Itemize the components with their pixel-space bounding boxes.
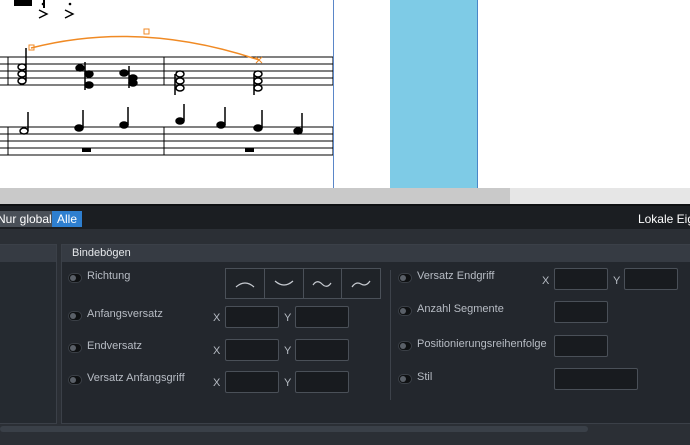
y-label: Y	[284, 312, 292, 324]
style-row: Stil	[398, 368, 690, 392]
column-divider	[390, 270, 391, 400]
bass-half-note[interactable]	[19, 112, 29, 135]
s-curve-reverse-button[interactable]	[342, 269, 380, 298]
end-handle-offset-toggle[interactable]	[398, 273, 412, 283]
start-offset-toggle[interactable]	[68, 311, 82, 321]
start-handle-y-input[interactable]	[295, 371, 349, 393]
segment-count-input[interactable]	[554, 301, 608, 323]
start-handle-offset-row: Versatz Anfangsgriff X Y	[68, 371, 388, 393]
rest	[245, 148, 254, 152]
start-offset-x-input[interactable]	[225, 306, 279, 328]
direction-row: Richtung	[68, 268, 388, 299]
local-properties-label: Lokale Eig	[637, 212, 690, 226]
slur[interactable]	[30, 35, 260, 61]
start-handle-offset-toggle[interactable]	[68, 375, 82, 385]
page-edge	[333, 0, 334, 188]
end-handle-offset-label: Versatz Endgriff	[417, 270, 495, 282]
all-button[interactable]: Alle	[52, 211, 83, 227]
direction-toggle[interactable]	[68, 273, 82, 283]
s-curve-reverse-icon	[351, 280, 371, 287]
arc-down-button[interactable]	[265, 269, 304, 298]
chord[interactable]	[17, 48, 27, 85]
treble-staff	[0, 56, 334, 86]
score-scrollbar-thumb[interactable]	[0, 188, 510, 204]
x-label: X	[213, 377, 221, 389]
placement-order-label: Positionierungsreihenfolge	[417, 338, 547, 350]
arc-down-icon	[274, 280, 294, 286]
end-handle-offset-row: Versatz Endgriff X Y	[398, 268, 690, 291]
properties-panel: Bindebögen Richtung Anfangsversatz X Y E…	[0, 229, 690, 445]
start-handle-x-input[interactable]	[225, 371, 279, 393]
chord[interactable]	[253, 70, 263, 95]
bass-staff	[0, 126, 334, 156]
accent-mark	[38, 9, 49, 19]
slur-mid-handle[interactable]	[143, 28, 150, 35]
direction-label: Richtung	[87, 270, 131, 282]
segment-count-row: Anzahl Segmente	[398, 301, 690, 324]
slurs-section-header[interactable]: Bindebögen	[62, 245, 690, 262]
s-curve-icon	[312, 280, 332, 287]
end-handle-y-input[interactable]	[624, 268, 678, 290]
end-offset-label: Endversatz	[87, 340, 143, 352]
start-handle-offset-label: Versatz Anfangsgriff	[87, 372, 185, 384]
placement-order-input[interactable]	[554, 335, 608, 357]
placement-order-row: Positionierungsreihenfolge	[398, 335, 690, 359]
style-label: Stil	[417, 371, 433, 383]
adjacent-panel-header	[0, 245, 56, 262]
global-only-button[interactable]: Nur global	[0, 211, 55, 227]
adjacent-panel	[0, 244, 57, 424]
y-label: Y	[284, 345, 292, 357]
arc-up-icon	[235, 281, 255, 287]
slurs-section: Bindebögen Richtung Anfangsversatz X Y E…	[61, 244, 690, 424]
end-offset-toggle[interactable]	[68, 343, 82, 353]
panel-scrollbar[interactable]	[0, 426, 588, 432]
end-offset-row: Endversatz X Y	[68, 339, 388, 361]
end-offset-x-input[interactable]	[225, 339, 279, 361]
x-label: X	[213, 345, 221, 357]
music-notation[interactable]	[0, 0, 690, 188]
start-offset-row: Anfangsversatz X Y	[68, 306, 388, 329]
start-offset-y-input[interactable]	[295, 306, 349, 328]
arc-up-button[interactable]	[226, 269, 265, 298]
style-toggle[interactable]	[398, 374, 412, 384]
start-offset-label: Anfangsversatz	[87, 308, 163, 320]
chord[interactable]	[174, 70, 185, 95]
page-gap	[390, 0, 478, 188]
section-title: Bindebögen	[72, 247, 131, 259]
score-view[interactable]	[0, 0, 690, 188]
chord[interactable]	[75, 62, 94, 90]
placement-order-toggle[interactable]	[398, 341, 412, 351]
note-fragment	[14, 0, 32, 6]
s-curve-button[interactable]	[304, 269, 343, 298]
style-select[interactable]	[554, 368, 638, 390]
x-label: X	[213, 312, 221, 324]
accent-mark	[64, 9, 75, 19]
bass-notes[interactable]	[74, 104, 303, 135]
properties-filter-bar: Nur global Alle Lokale Eig	[0, 204, 690, 229]
segment-count-toggle[interactable]	[398, 306, 412, 316]
segment-count-label: Anzahl Segmente	[417, 303, 504, 315]
y-label: Y	[613, 275, 621, 287]
end-handle-x-input[interactable]	[554, 268, 608, 290]
x-label: X	[542, 275, 550, 287]
y-label: Y	[284, 377, 292, 389]
end-offset-y-input[interactable]	[295, 339, 349, 361]
rest	[82, 148, 91, 152]
direction-segmented-control	[225, 268, 381, 299]
